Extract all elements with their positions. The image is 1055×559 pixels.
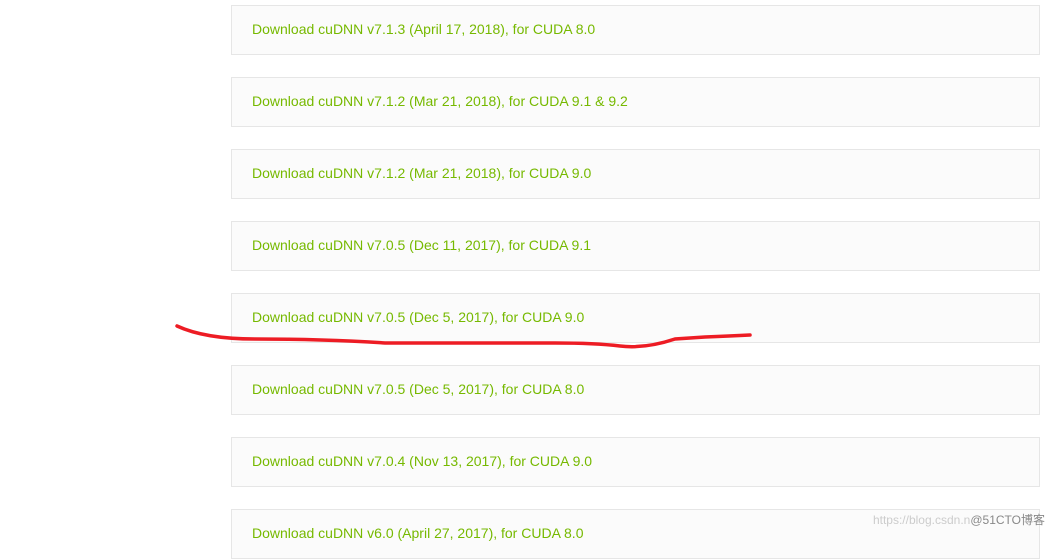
download-link-label: Download cuDNN v7.0.5 (Dec 11, 2017), fo… [252,237,591,253]
download-item[interactable]: Download cuDNN v7.0.5 (Dec 5, 2017), for… [231,293,1040,343]
watermark-light: https://blog.csdn.n [873,513,970,527]
download-item[interactable]: Download cuDNN v7.0.4 (Nov 13, 2017), fo… [231,437,1040,487]
download-item[interactable]: Download cuDNN v7.0.5 (Dec 5, 2017), for… [231,365,1040,415]
download-link-label: Download cuDNN v6.0 (April 27, 2017), fo… [252,525,583,541]
download-item[interactable]: Download cuDNN v7.1.2 (Mar 21, 2018), fo… [231,149,1040,199]
download-link-label: Download cuDNN v7.0.5 (Dec 5, 2017), for… [252,309,584,325]
watermark: https://blog.csdn.n@51CTO博客 [873,511,1045,528]
download-link-label: Download cuDNN v7.1.3 (April 17, 2018), … [252,21,595,37]
download-list: Download cuDNN v7.1.3 (April 17, 2018), … [0,5,1055,559]
download-link-label: Download cuDNN v7.0.4 (Nov 13, 2017), fo… [252,453,592,469]
download-link-label: Download cuDNN v7.0.5 (Dec 5, 2017), for… [252,381,584,397]
download-link-label: Download cuDNN v7.1.2 (Mar 21, 2018), fo… [252,93,628,109]
download-link-label: Download cuDNN v7.1.2 (Mar 21, 2018), fo… [252,165,591,181]
download-item[interactable]: Download cuDNN v7.1.2 (Mar 21, 2018), fo… [231,77,1040,127]
download-item[interactable]: Download cuDNN v7.0.5 (Dec 11, 2017), fo… [231,221,1040,271]
watermark-dark: @51CTO博客 [970,513,1045,527]
download-item[interactable]: Download cuDNN v7.1.3 (April 17, 2018), … [231,5,1040,55]
